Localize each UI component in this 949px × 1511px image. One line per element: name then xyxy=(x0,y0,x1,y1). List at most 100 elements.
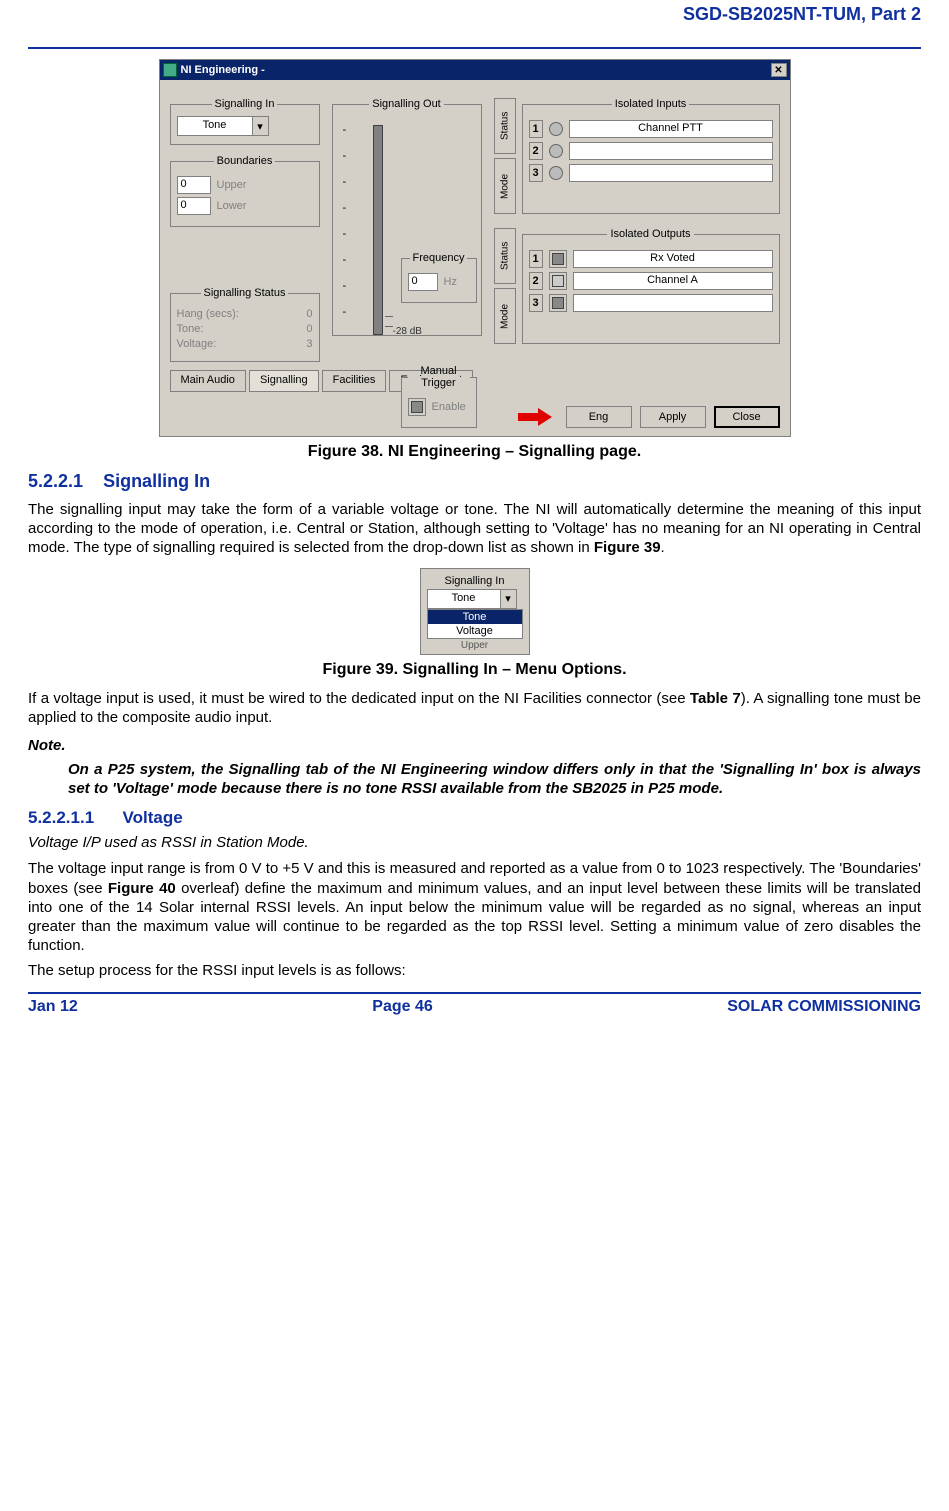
isolated-outputs-legend: Isolated Outputs xyxy=(607,228,693,240)
manual-trigger-group: Manual Trigger Enable xyxy=(401,365,477,428)
chevron-down-icon[interactable]: ▾ xyxy=(252,117,268,135)
heading-title: Signalling In xyxy=(103,471,210,491)
para-52211-2: The setup process for the RSSI input lev… xyxy=(28,961,921,980)
frequency-unit: Hz xyxy=(444,276,457,288)
hang-label: Hang (secs): xyxy=(177,308,239,320)
boundary-upper-label: Upper xyxy=(217,179,247,191)
signalling-out-group: Signalling Out -------- -28 dB Frequency… xyxy=(332,98,482,336)
frequency-legend: Frequency xyxy=(410,252,468,264)
isolated-outputs-group: Isolated Outputs 1 Rx Voted 2 Channel A xyxy=(522,228,780,344)
isolated-inputs-group: Isolated Inputs 1 Channel PTT 2 xyxy=(522,98,780,214)
boundaries-legend: Boundaries xyxy=(214,155,276,167)
footer: Jan 12 Page 46 SOLAR COMMISSIONING xyxy=(28,998,921,1016)
status-side-tab[interactable]: Status xyxy=(494,228,516,284)
figure-39-caption: Figure 39. Signalling In – Menu Options. xyxy=(28,661,921,679)
close-button[interactable]: Close xyxy=(714,406,780,428)
signalling-in-legend: Signalling In xyxy=(212,98,278,110)
fig39-combo-field[interactable]: Tone ▾ xyxy=(427,589,517,609)
iso-output-check[interactable] xyxy=(549,272,567,290)
iso-input-text[interactable] xyxy=(569,142,773,160)
fig39-combo-value: Tone xyxy=(428,590,500,608)
titlebar: NI Engineering - ✕ xyxy=(160,60,790,80)
mode-side-tab[interactable]: Mode xyxy=(494,158,516,214)
text: The signalling input may take the form o… xyxy=(28,501,921,556)
voltage-subtitle: Voltage I/P used as RSSI in Station Mode… xyxy=(28,834,921,851)
tab-signalling[interactable]: Signalling xyxy=(249,370,319,392)
dash-column: -------- xyxy=(343,124,347,318)
table7-ref: Table 7 xyxy=(690,690,741,707)
iso-output-num[interactable]: 2 xyxy=(529,272,543,290)
manual-trigger-legend: Manual Trigger xyxy=(408,365,470,389)
iso-output-text[interactable] xyxy=(573,294,773,312)
iso-input-num[interactable]: 3 xyxy=(529,164,543,182)
bottom-rule xyxy=(28,992,921,994)
iso-input-row: 1 Channel PTT xyxy=(529,120,773,138)
fig39-lower-hint: Upper xyxy=(427,639,523,654)
fig39-ref: Figure 39 xyxy=(594,539,661,556)
voltage-label: Voltage: xyxy=(177,338,217,350)
para-5221-1: The signalling input may take the form o… xyxy=(28,500,921,558)
mode-side-tab[interactable]: Mode xyxy=(494,288,516,344)
fig40-ref: Figure 40 xyxy=(108,880,176,897)
iso-input-text[interactable]: Channel PTT xyxy=(569,120,773,138)
iso-input-text[interactable] xyxy=(569,164,773,182)
iso-output-row: 2 Channel A xyxy=(529,272,773,290)
boundary-lower-input[interactable]: 0 xyxy=(177,197,211,215)
iso-input-num[interactable]: 1 xyxy=(529,120,543,138)
figure-39: Signalling In Tone ▾ Tone Voltage Upper xyxy=(28,568,921,655)
hang-value: 0 xyxy=(306,308,312,320)
tab-main-audio[interactable]: Main Audio xyxy=(170,370,246,392)
iso-input-row: 2 xyxy=(529,142,773,160)
frequency-input[interactable]: 0 xyxy=(408,273,438,291)
footer-date: Jan 12 xyxy=(28,998,78,1016)
iso-output-text[interactable]: Channel A xyxy=(573,272,773,290)
tab-facilities[interactable]: Facilities xyxy=(322,370,387,392)
status-dot-icon xyxy=(549,144,563,158)
tone-value: 0 xyxy=(306,323,312,335)
close-icon[interactable]: ✕ xyxy=(771,63,787,77)
iso-output-num[interactable]: 1 xyxy=(529,250,543,268)
heading-num: 5.2.2.1 xyxy=(28,471,83,491)
note-body: On a P25 system, the Signalling tab of t… xyxy=(68,760,921,798)
heading-52211: 5.2.2.1.1 Voltage xyxy=(28,808,921,828)
para-after-fig39: If a voltage input is used, it must be w… xyxy=(28,689,921,727)
para-52211-1: The voltage input range is from 0 V to +… xyxy=(28,859,921,955)
fig39-list[interactable]: Tone Voltage xyxy=(427,609,523,639)
status-side-tab[interactable]: Status xyxy=(494,98,516,154)
fig39-option-voltage[interactable]: Voltage xyxy=(428,624,522,638)
app-icon xyxy=(163,63,177,77)
signalling-in-combo[interactable]: Tone ▾ xyxy=(177,116,269,136)
note-label: Note. xyxy=(28,737,921,754)
window-title: NI Engineering - xyxy=(181,64,265,76)
status-dot-icon xyxy=(549,122,563,136)
ni-engineering-window: NI Engineering - ✕ Signalling In Tone ▾ xyxy=(159,59,791,437)
iso-input-num[interactable]: 2 xyxy=(529,142,543,160)
heading-5221: 5.2.2.1 Signalling In xyxy=(28,471,921,492)
manual-trigger-label: Enable xyxy=(432,401,466,413)
iso-input-row: 3 xyxy=(529,164,773,182)
heading-title: Voltage xyxy=(123,808,183,827)
tone-label: Tone: xyxy=(177,323,204,335)
signalling-status-group: Signalling Status Hang (secs): 0 Tone: 0… xyxy=(170,287,320,362)
iso-output-check[interactable] xyxy=(549,250,567,268)
fig39-combo: Signalling In Tone ▾ Tone Voltage Upper xyxy=(420,568,530,655)
red-arrow-icon xyxy=(518,408,552,426)
doc-header: SGD-SB2025NT-TUM, Part 2 xyxy=(28,4,921,25)
boundary-lower-label: Lower xyxy=(217,200,247,212)
signalling-out-legend: Signalling Out xyxy=(369,98,444,110)
iso-output-row: 3 xyxy=(529,294,773,312)
manual-trigger-checkbox[interactable] xyxy=(408,398,426,416)
chevron-down-icon[interactable]: ▾ xyxy=(500,590,516,608)
eng-button[interactable]: Eng xyxy=(566,406,632,428)
boundary-upper-input[interactable]: 0 xyxy=(177,176,211,194)
signalling-status-legend: Signalling Status xyxy=(201,287,289,299)
iso-output-check[interactable] xyxy=(549,294,567,312)
meter-tick xyxy=(385,326,393,327)
iso-output-num[interactable]: 3 xyxy=(529,294,543,312)
iso-output-text[interactable]: Rx Voted xyxy=(573,250,773,268)
signalling-in-group: Signalling In Tone ▾ xyxy=(170,98,320,145)
iso-output-row: 1 Rx Voted xyxy=(529,250,773,268)
fig39-option-tone[interactable]: Tone xyxy=(428,610,522,624)
figure-38: NI Engineering - ✕ Signalling In Tone ▾ xyxy=(28,59,921,437)
apply-button[interactable]: Apply xyxy=(640,406,706,428)
